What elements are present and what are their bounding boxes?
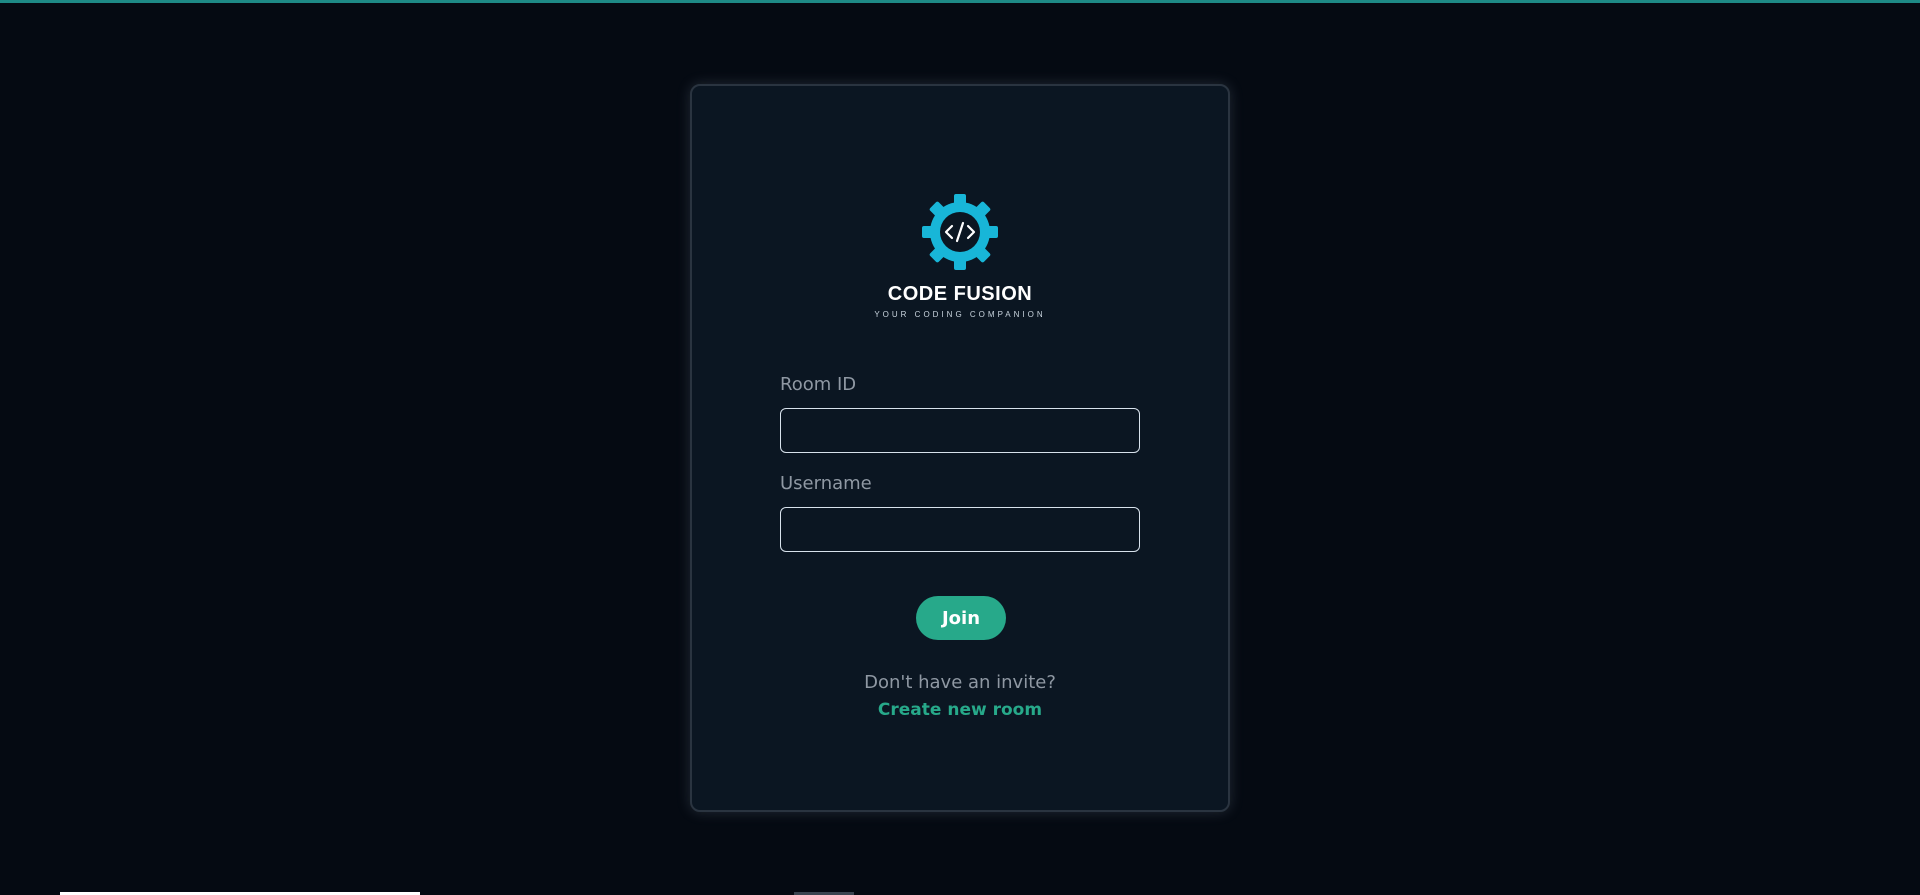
room-id-input[interactable]: [780, 408, 1140, 453]
create-new-room-link[interactable]: Create new room: [692, 700, 1228, 720]
join-button[interactable]: Join: [916, 596, 1006, 640]
gear-code-icon: [922, 194, 998, 270]
app-tagline: YOUR CODING COMPANION: [874, 310, 1046, 319]
app-name: CODE FUSION: [887, 283, 1033, 305]
top-progress-line: [0, 0, 1920, 3]
username-label: Username: [780, 473, 872, 494]
logo: CODE FUSION YOUR CODING COMPANION: [692, 192, 1228, 319]
join-card: CODE FUSION YOUR CODING COMPANION Room I…: [690, 84, 1230, 812]
invite-prompt: Don't have an invite?: [864, 672, 1056, 693]
room-id-label: Room ID: [780, 374, 857, 395]
username-input[interactable]: [780, 507, 1140, 552]
